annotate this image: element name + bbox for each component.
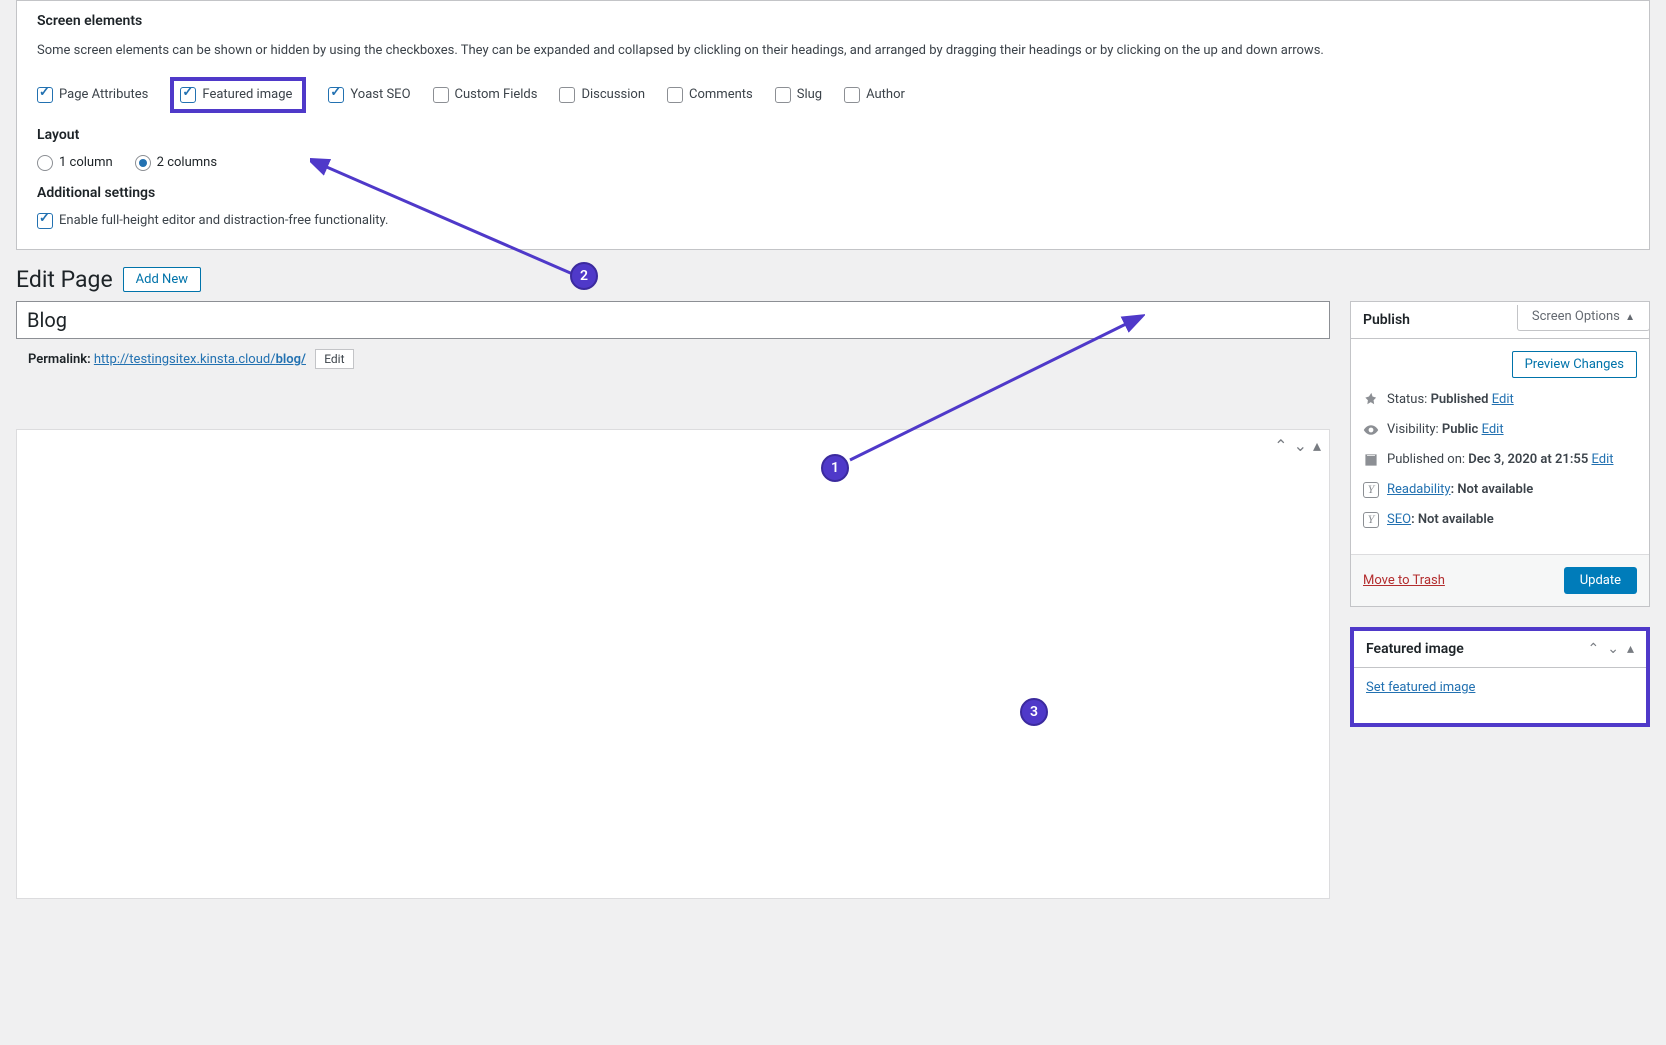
featured-image-body: Set featured image	[1354, 668, 1646, 723]
status-line: Status: Published Edit	[1363, 392, 1637, 408]
triangle-up-icon[interactable]: ▴	[1313, 436, 1321, 455]
featured-image-label[interactable]: Featured image	[202, 87, 292, 102]
chevron-down-icon[interactable]: ⌄	[1294, 436, 1307, 455]
author-label[interactable]: Author	[866, 87, 905, 102]
page-title: Edit Page	[16, 266, 113, 293]
author-checkbox[interactable]	[844, 87, 860, 103]
checkbox-featured-image[interactable]: Featured image	[180, 87, 292, 103]
editor-metabox: ⌃ ⌄ ▴	[16, 429, 1330, 899]
full-height-editor-checkbox[interactable]	[37, 213, 53, 229]
page-attributes-checkbox[interactable]	[37, 87, 53, 103]
permalink-label: Permalink:	[28, 352, 91, 367]
layout-heading: Layout	[37, 127, 1629, 143]
readability-line: Y Readability: Not available	[1363, 482, 1637, 498]
update-button[interactable]: Update	[1564, 567, 1637, 594]
page-heading-row: Edit Page Add New	[0, 250, 1666, 301]
checkbox-full-height-editor[interactable]: Enable full-height editor and distractio…	[37, 213, 1629, 229]
chevron-up-icon[interactable]: ⌃	[1588, 641, 1600, 657]
screen-elements-heading: Screen elements	[37, 13, 1629, 29]
visibility-line: Visibility: Public Edit	[1363, 422, 1637, 438]
screen-elements-checkboxes: Page Attributes Featured image Yoast SEO…	[37, 77, 1629, 113]
set-featured-image-link[interactable]: Set featured image	[1366, 680, 1475, 695]
annotation-3: 3	[1020, 698, 1048, 726]
published-edit-link[interactable]: Edit	[1591, 452, 1613, 467]
yoast-seo-label[interactable]: Yoast SEO	[350, 87, 410, 102]
preview-changes-button[interactable]: Preview Changes	[1512, 351, 1637, 378]
pin-icon	[1363, 392, 1379, 408]
arrow-up-icon: ▲	[1625, 312, 1635, 323]
status-edit-link[interactable]: Edit	[1492, 392, 1514, 407]
yoast-icon: Y	[1363, 482, 1379, 498]
featured-image-header[interactable]: Featured image ⌃ ⌄ ▴	[1354, 631, 1646, 668]
slug-checkbox[interactable]	[775, 87, 791, 103]
custom-fields-label[interactable]: Custom Fields	[455, 87, 538, 102]
custom-fields-checkbox[interactable]	[433, 87, 449, 103]
screen-options-panel: Screen elements Some screen elements can…	[16, 0, 1650, 250]
publish-body: Preview Changes Status: Published Edit V…	[1351, 339, 1649, 554]
page-attributes-label[interactable]: Page Attributes	[59, 87, 148, 102]
calendar-icon	[1363, 452, 1379, 468]
checkbox-slug[interactable]: Slug	[775, 87, 822, 103]
permalink-edit-button[interactable]: Edit	[315, 349, 353, 369]
two-columns-label[interactable]: 2 columns	[157, 155, 217, 170]
yoast-seo-checkbox[interactable]	[328, 87, 344, 103]
comments-checkbox[interactable]	[667, 87, 683, 103]
editor-toggles: ⌃ ⌄ ▴	[1274, 436, 1321, 455]
checkbox-author[interactable]: Author	[844, 87, 905, 103]
chevron-down-icon[interactable]: ⌄	[1607, 641, 1619, 657]
featured-image-checkbox[interactable]	[180, 87, 196, 103]
readability-link[interactable]: Readability	[1387, 482, 1451, 497]
publish-postbox: Publish ⌃ ⌄ ▴ Preview Changes Status: Pu…	[1350, 301, 1650, 607]
comments-label[interactable]: Comments	[689, 87, 753, 102]
radio-1-column[interactable]: 1 column	[37, 155, 113, 171]
featured-image-toggles: ⌃ ⌄ ▴	[1588, 641, 1635, 657]
featured-image-postbox: Featured image ⌃ ⌄ ▴ Set featured image	[1350, 627, 1650, 727]
publish-title: Publish	[1363, 312, 1410, 328]
checkbox-yoast-seo[interactable]: Yoast SEO	[328, 87, 410, 103]
one-column-radio[interactable]	[37, 155, 53, 171]
yoast-icon: Y	[1363, 512, 1379, 528]
checkbox-custom-fields[interactable]: Custom Fields	[433, 87, 538, 103]
checkbox-comments[interactable]: Comments	[667, 87, 753, 103]
slug-label[interactable]: Slug	[797, 87, 822, 102]
annotation-arrow-2	[310, 150, 590, 290]
publish-footer: Move to Trash Update	[1351, 554, 1649, 606]
two-columns-radio[interactable]	[135, 155, 151, 171]
radio-2-columns[interactable]: 2 columns	[135, 155, 217, 171]
annotation-1: 1	[821, 454, 849, 482]
layout-radios: 1 column 2 columns	[37, 155, 1629, 171]
seo-line: Y SEO: Not available	[1363, 512, 1637, 528]
featured-image-highlight: Featured image	[170, 77, 306, 113]
one-column-label[interactable]: 1 column	[59, 155, 113, 170]
additional-settings-heading: Additional settings	[37, 185, 1629, 201]
screen-options-tab-label: Screen Options	[1532, 309, 1620, 324]
triangle-up-icon[interactable]: ▴	[1627, 641, 1634, 657]
add-new-button[interactable]: Add New	[123, 267, 201, 292]
annotation-2: 2	[570, 262, 598, 290]
chevron-up-icon[interactable]: ⌃	[1274, 436, 1287, 455]
featured-image-title: Featured image	[1366, 641, 1464, 657]
seo-link[interactable]: SEO	[1387, 512, 1411, 527]
discussion-label[interactable]: Discussion	[581, 87, 645, 102]
eye-icon	[1363, 422, 1379, 438]
move-to-trash-link[interactable]: Move to Trash	[1363, 573, 1445, 588]
screen-elements-description: Some screen elements can be shown or hid…	[37, 41, 1629, 61]
side-column: Publish ⌃ ⌄ ▴ Preview Changes Status: Pu…	[1350, 301, 1650, 747]
visibility-edit-link[interactable]: Edit	[1482, 422, 1504, 437]
checkbox-page-attributes[interactable]: Page Attributes	[37, 87, 148, 103]
published-line: Published on: Dec 3, 2020 at 21:55 Edit	[1363, 452, 1637, 468]
screen-options-tab[interactable]: Screen Options ▲	[1517, 305, 1650, 331]
checkbox-discussion[interactable]: Discussion	[559, 87, 645, 103]
permalink-link[interactable]: http://testingsitex.kinsta.cloud/blog/	[94, 352, 306, 367]
discussion-checkbox[interactable]	[559, 87, 575, 103]
annotation-arrow-1	[845, 310, 1145, 470]
